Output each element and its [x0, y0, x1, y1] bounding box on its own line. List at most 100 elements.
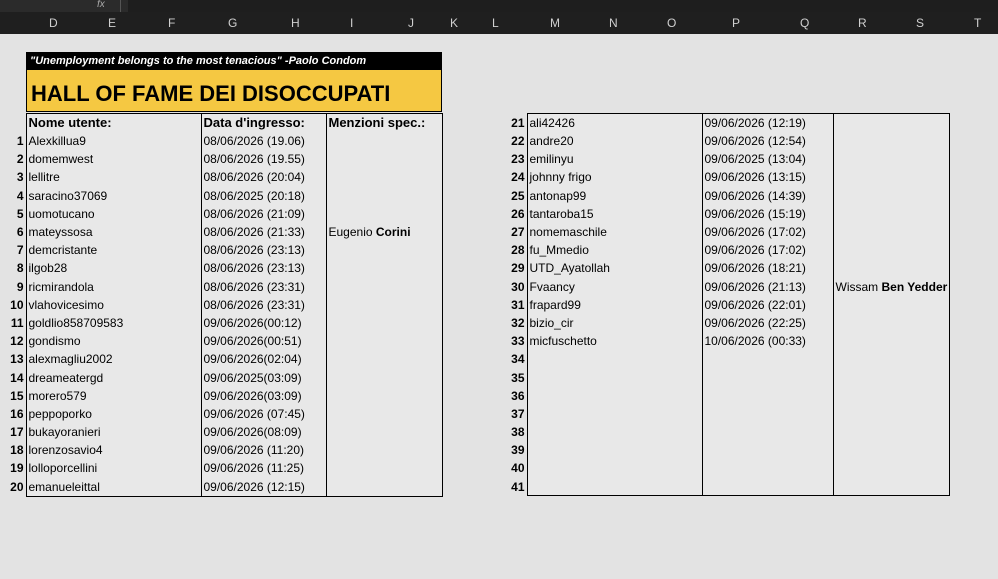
mention-cell[interactable]	[832, 332, 951, 351]
date-cell[interactable]	[701, 477, 833, 497]
date-cell[interactable]	[701, 441, 833, 460]
username-cell[interactable]: ali42426	[526, 113, 702, 132]
date-cell[interactable]: 09/06/2026(08:09)	[200, 423, 326, 442]
username-cell[interactable]: ricmirandola	[25, 277, 201, 296]
date-cell[interactable]: 09/06/2026 (17:02)	[701, 241, 833, 260]
mention-cell[interactable]	[325, 404, 443, 423]
date-cell[interactable]: 09/06/2026 (11:20)	[200, 441, 326, 460]
mention-cell[interactable]	[832, 295, 951, 314]
username-cell[interactable]: frapard99	[526, 295, 702, 314]
column-header-i[interactable]: I	[350, 16, 353, 30]
username-cell[interactable]	[526, 368, 702, 387]
mention-cell[interactable]	[832, 132, 951, 151]
username-cell[interactable]	[526, 441, 702, 460]
date-cell[interactable]: 09/06/2026 (12:19)	[701, 113, 833, 132]
date-cell[interactable]: 09/06/2026(00:12)	[200, 313, 326, 333]
mention-cell[interactable]	[325, 477, 443, 497]
mention-cell[interactable]	[325, 259, 443, 278]
username-cell[interactable]: ilgob28	[25, 259, 201, 278]
username-cell[interactable]: gondismo	[25, 332, 201, 351]
column-header-r[interactable]: R	[858, 16, 867, 30]
date-cell[interactable]: 09/06/2025(03:09)	[200, 368, 326, 387]
mention-cell[interactable]: Eugenio Corini	[325, 222, 443, 242]
header-date[interactable]: Data d'ingresso:	[200, 113, 326, 132]
username-cell[interactable]: lolloporcellini	[25, 459, 201, 478]
date-cell[interactable]: 09/06/2026 (22:25)	[701, 313, 833, 333]
mention-cell[interactable]	[325, 204, 443, 223]
mention-cell[interactable]	[325, 241, 443, 260]
date-cell[interactable]	[701, 404, 833, 423]
mention-cell[interactable]: Wissam Ben Yedder	[832, 277, 951, 296]
username-cell[interactable]: antonap99	[526, 186, 702, 205]
username-cell[interactable]: demcristante	[25, 241, 201, 260]
username-cell[interactable]	[526, 350, 702, 369]
username-cell[interactable]: Fvaancy	[526, 277, 702, 296]
mention-cell[interactable]	[832, 350, 951, 369]
column-header-t[interactable]: T	[974, 16, 981, 30]
date-cell[interactable]: 09/06/2026 (13:15)	[701, 168, 833, 187]
formula-input[interactable]	[128, 0, 998, 12]
date-cell[interactable]: 08/06/2025 (20:18)	[200, 186, 326, 205]
column-header-n[interactable]: N	[609, 16, 618, 30]
username-cell[interactable]: johnny frigo	[526, 168, 702, 187]
date-cell[interactable]: 09/06/2026 (14:39)	[701, 186, 833, 205]
date-cell[interactable]: 08/06/2026 (19.55)	[200, 150, 326, 169]
quote-banner[interactable]: "Unemployment belongs to the most tenaci…	[26, 52, 442, 70]
date-cell[interactable]: 09/06/2026(02:04)	[200, 350, 326, 369]
column-header-m[interactable]: M	[550, 16, 560, 30]
date-cell[interactable]	[701, 350, 833, 369]
username-cell[interactable]: dreameatergd	[25, 368, 201, 387]
username-cell[interactable]: peppoporko	[25, 404, 201, 423]
username-cell[interactable]: saracino37069	[25, 186, 201, 205]
mention-cell[interactable]	[832, 313, 951, 333]
date-cell[interactable]: 09/06/2026 (12:54)	[701, 132, 833, 151]
username-cell[interactable]: micfuschetto	[526, 332, 702, 351]
mention-cell[interactable]	[325, 441, 443, 460]
username-cell[interactable]: lorenzosavio4	[25, 441, 201, 460]
mention-cell[interactable]	[325, 423, 443, 442]
username-cell[interactable]	[526, 386, 702, 405]
column-header-q[interactable]: Q	[800, 16, 809, 30]
date-cell[interactable]: 08/06/2026 (23:31)	[200, 295, 326, 314]
column-header-l[interactable]: L	[492, 16, 499, 30]
date-cell[interactable]: 09/06/2026 (17:02)	[701, 222, 833, 242]
date-cell[interactable]: 08/06/2026 (23:13)	[200, 241, 326, 260]
column-header-o[interactable]: O	[667, 16, 676, 30]
mention-cell[interactable]	[832, 259, 951, 278]
column-header-k[interactable]: K	[450, 16, 458, 30]
mention-cell[interactable]	[325, 295, 443, 314]
header-mentions[interactable]: Menzioni spec.:	[325, 113, 443, 132]
mention-cell[interactable]	[325, 350, 443, 369]
date-cell[interactable]: 08/06/2026 (23:31)	[200, 277, 326, 296]
username-cell[interactable]: lellitre	[25, 168, 201, 187]
mention-cell[interactable]	[832, 459, 951, 478]
username-cell[interactable]: vlahovicesimo	[25, 295, 201, 314]
mention-cell[interactable]	[832, 204, 951, 223]
mention-cell[interactable]	[832, 386, 951, 405]
column-header-s[interactable]: S	[916, 16, 924, 30]
column-header-g[interactable]: G	[228, 16, 237, 30]
mention-cell[interactable]	[832, 150, 951, 169]
mention-cell[interactable]	[832, 368, 951, 387]
mention-cell[interactable]	[325, 168, 443, 187]
date-cell[interactable]: 10/06/2026 (00:33)	[701, 332, 833, 351]
date-cell[interactable]	[701, 423, 833, 442]
username-cell[interactable]: bizio_cir	[526, 313, 702, 333]
username-cell[interactable]: fu_Mmedio	[526, 241, 702, 260]
mention-cell[interactable]	[325, 332, 443, 351]
column-header-p[interactable]: P	[732, 16, 740, 30]
column-header-j[interactable]: J	[408, 16, 414, 30]
username-cell[interactable]: UTD_Ayatollah	[526, 259, 702, 278]
page-title[interactable]: HALL OF FAME DEI DISOCCUPATI	[26, 70, 442, 112]
column-header-d[interactable]: D	[49, 16, 58, 30]
date-cell[interactable]: 09/06/2026 (11:25)	[200, 459, 326, 478]
date-cell[interactable]: 08/06/2026 (19.06)	[200, 132, 326, 151]
mention-cell[interactable]	[832, 113, 951, 132]
header-user[interactable]: Nome utente:	[25, 113, 201, 132]
date-cell[interactable]: 09/06/2026(00:51)	[200, 332, 326, 351]
username-cell[interactable]: emilinyu	[526, 150, 702, 169]
column-header-e[interactable]: E	[108, 16, 116, 30]
username-cell[interactable]: emanueleittal	[25, 477, 201, 497]
username-cell[interactable]	[526, 459, 702, 478]
mention-cell[interactable]	[832, 441, 951, 460]
